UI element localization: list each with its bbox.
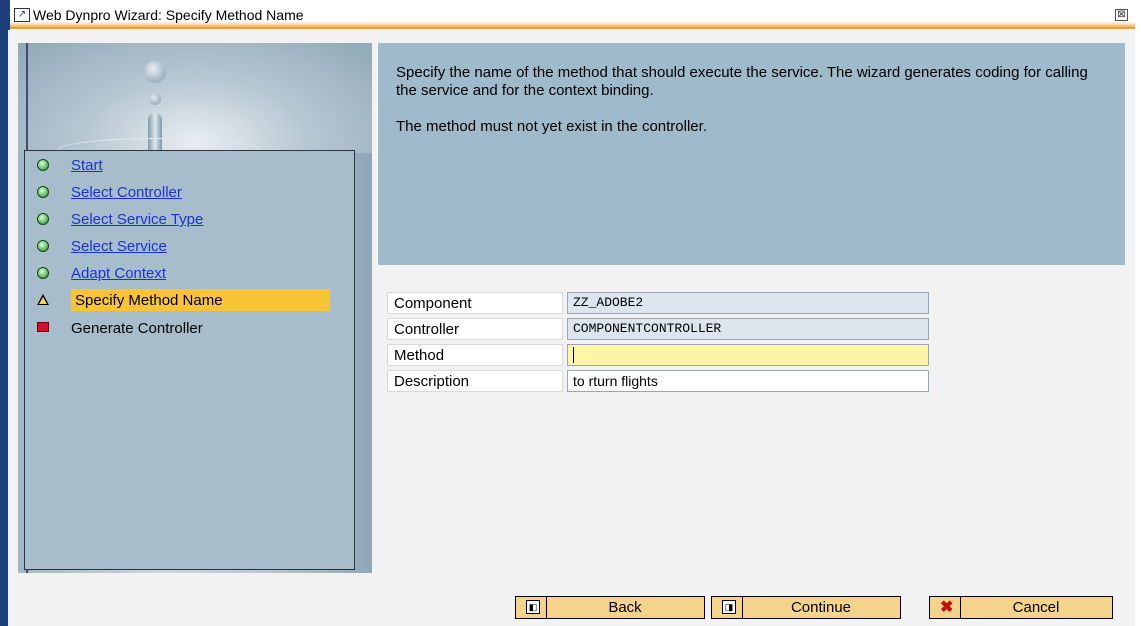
component-field: ZZ_ADOBE2	[567, 292, 929, 314]
form-row-component: Component ZZ_ADOBE2	[387, 292, 930, 314]
title-bar-accent	[0, 0, 10, 30]
water-splash-image	[18, 43, 372, 162]
controller-field: COMPONENTCONTROLLER	[567, 318, 929, 340]
component-label: Component	[387, 292, 563, 314]
window-title: Web Dynpro Wizard: Specify Method Name	[33, 7, 304, 23]
description-input[interactable]: to rturn flights	[567, 370, 929, 392]
step-label[interactable]: Select Controller	[71, 184, 182, 201]
text-cursor	[573, 346, 574, 363]
method-label: Method	[387, 344, 563, 366]
method-input[interactable]	[567, 344, 929, 366]
back-button-label: Back	[608, 599, 642, 616]
window-frame-right	[1135, 30, 1145, 626]
controller-label: Controller	[387, 318, 563, 340]
step-label: Generate Controller	[71, 320, 203, 337]
title-bar: ↗ Web Dynpro Wizard: Specify Method Name…	[0, 0, 1145, 30]
water-drop-image	[144, 61, 166, 83]
form-row-controller: Controller COMPONENTCONTROLLER	[387, 318, 930, 340]
back-button[interactable]: ◧ Back	[515, 596, 705, 619]
info-paragraph: Specify the name of the method that shou…	[396, 64, 1088, 99]
window-icon: ↗	[14, 8, 30, 22]
info-text: Specify the name of the method that shou…	[396, 64, 1096, 154]
green-dot-icon	[37, 186, 49, 198]
close-button[interactable]: ⊠	[1115, 9, 1128, 21]
wizard-steps-list: Start Select Controller Select Service T…	[24, 150, 355, 570]
step-label[interactable]: Select Service Type	[71, 211, 203, 228]
cancel-button[interactable]: ✖ Cancel	[929, 596, 1113, 619]
window-frame-left	[0, 30, 8, 626]
info-panel: Specify the name of the method that shou…	[377, 43, 1125, 265]
water-drop-image	[149, 93, 161, 105]
form-row-method: Method	[387, 344, 930, 366]
green-dot-icon	[37, 159, 49, 171]
cancel-button-label: Cancel	[1012, 599, 1060, 616]
info-paragraph: The method must not yet exist in the con…	[396, 118, 707, 135]
warning-icon	[37, 294, 49, 306]
green-dot-icon	[37, 240, 49, 252]
step-label[interactable]: Select Service	[71, 238, 167, 255]
step-label[interactable]: Start	[71, 157, 103, 174]
green-dot-icon	[37, 267, 49, 279]
step-label[interactable]: Adapt Context	[71, 265, 166, 282]
red-square-icon	[37, 322, 49, 334]
continue-button[interactable]: ◨ Continue	[711, 596, 901, 619]
current-step-label: Specify Method Name	[71, 289, 330, 311]
form-row-description: Description to rturn flights	[387, 370, 930, 392]
description-label: Description	[387, 370, 563, 392]
continue-button-label: Continue	[790, 599, 852, 616]
green-dot-icon	[37, 213, 49, 225]
